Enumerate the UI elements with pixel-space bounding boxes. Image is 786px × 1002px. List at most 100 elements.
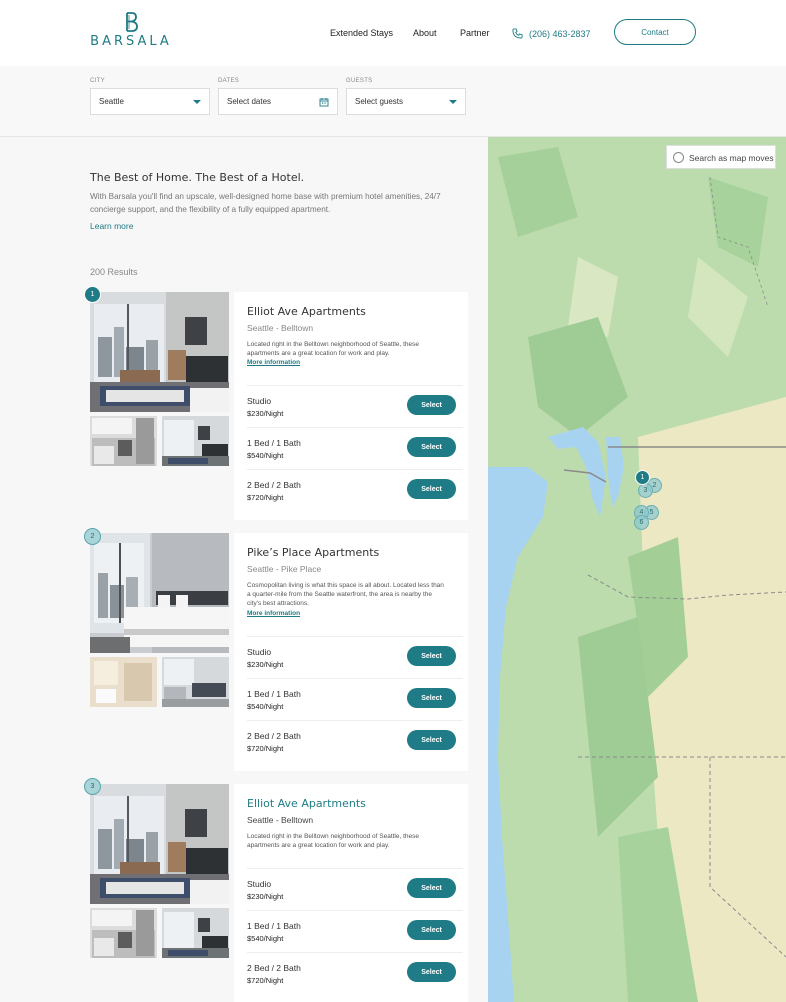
city-select[interactable]: Seattle bbox=[90, 88, 210, 115]
select-button[interactable]: Select bbox=[407, 646, 456, 666]
more-information-link[interactable]: More information bbox=[247, 610, 300, 617]
contact-button[interactable]: Contact bbox=[614, 19, 696, 45]
chevron-down-icon bbox=[449, 99, 457, 104]
listing-title[interactable]: Pike’s Place Apartments bbox=[247, 546, 379, 559]
select-button[interactable]: Select bbox=[407, 730, 456, 750]
listing-card: Pike’s Place Apartments Seattle - Pike P… bbox=[90, 533, 468, 771]
listing-details: Elliot Ave Apartments Seattle - Belltown… bbox=[234, 784, 468, 1002]
listing-photo-thumb[interactable] bbox=[162, 908, 229, 958]
chevron-down-icon bbox=[193, 99, 201, 104]
room-type: 1 Bed / 1 Bath bbox=[247, 689, 301, 699]
room-type: Studio bbox=[247, 647, 272, 657]
room-option: Studio $230/Night Select bbox=[247, 636, 463, 678]
listing-photo-thumb[interactable] bbox=[162, 657, 229, 707]
intro-text: With Barsala you'll find an upscale, wel… bbox=[90, 192, 441, 214]
room-option: Studio $230/Night Select bbox=[247, 385, 463, 427]
room-option: Studio $230/Night Select bbox=[247, 868, 463, 910]
results-count: 200 Results bbox=[90, 267, 138, 277]
room-price: $720/Night bbox=[247, 744, 284, 753]
brand-name: BARSALA bbox=[90, 34, 172, 49]
nav-extended-stays[interactable]: Extended Stays bbox=[330, 28, 393, 38]
listing-pin[interactable]: 2 bbox=[84, 528, 101, 545]
phone-icon bbox=[512, 28, 523, 39]
room-price: $230/Night bbox=[247, 409, 284, 418]
radio-icon[interactable] bbox=[673, 152, 684, 163]
learn-more-link[interactable]: Learn more bbox=[90, 221, 133, 231]
select-button[interactable]: Select bbox=[407, 437, 456, 457]
select-button[interactable]: Select bbox=[407, 688, 456, 708]
room-type: 2 Bed / 2 Bath bbox=[247, 963, 301, 973]
guests-label: GUESTS bbox=[346, 78, 373, 84]
room-type: 1 Bed / 1 Bath bbox=[247, 921, 301, 931]
listing-subtitle: Seattle - Belltown bbox=[247, 323, 314, 333]
listing-photo-thumb[interactable] bbox=[90, 908, 157, 958]
phone-number: (206) 463-2837 bbox=[529, 28, 591, 39]
dates-label: DATES bbox=[218, 78, 240, 84]
select-button[interactable]: Select bbox=[407, 395, 456, 415]
brand-logo[interactable]: BARSALA bbox=[88, 12, 174, 49]
listing-photo-main[interactable] bbox=[90, 292, 229, 412]
search-as-map-moves-label: Search as map moves bbox=[689, 153, 774, 163]
room-price: $540/Night bbox=[247, 934, 284, 943]
listing-pin[interactable]: 3 bbox=[84, 778, 101, 795]
city-label: CITY bbox=[90, 78, 105, 84]
listing-pin[interactable]: 1 bbox=[84, 286, 101, 303]
listing-details: Pike’s Place Apartments Seattle - Pike P… bbox=[234, 533, 468, 771]
listing-photo-thumb[interactable] bbox=[162, 416, 229, 466]
dates-filter: DATES Select dates bbox=[218, 78, 338, 115]
calendar-icon bbox=[319, 97, 329, 106]
nav-partner[interactable]: Partner bbox=[460, 28, 490, 38]
room-type: 2 Bed / 2 Bath bbox=[247, 731, 301, 741]
listing-description: Located right in the Belltown neighborho… bbox=[247, 833, 420, 849]
map-terrain bbox=[488, 137, 786, 1002]
city-value: Seattle bbox=[99, 97, 124, 106]
listing-photo-thumb[interactable] bbox=[90, 416, 157, 466]
listing-title[interactable]: Elliot Ave Apartments bbox=[247, 797, 366, 810]
listing-photo-main[interactable] bbox=[90, 784, 229, 904]
guests-value: Select guests bbox=[355, 97, 404, 106]
site-header: BARSALA Extended Stays About Partner (20… bbox=[0, 0, 786, 66]
search-filters: CITY Seattle DATES Select dates GUESTS S… bbox=[0, 66, 786, 137]
room-option: 2 Bed / 2 Bath $720/Night Select bbox=[247, 720, 463, 762]
guests-select[interactable]: Select guests bbox=[346, 88, 466, 115]
search-as-map-moves-toggle[interactable]: Search as map moves bbox=[666, 145, 776, 169]
room-option: 1 Bed / 1 Bath $540/Night Select bbox=[247, 678, 463, 720]
map-pin[interactable]: 1 bbox=[635, 470, 650, 485]
listing-description: Located right in the Belltown neighborho… bbox=[247, 341, 420, 357]
results-map[interactable]: Search as map moves 2 3 5 4 6 1 bbox=[488, 137, 786, 1002]
room-option: 2 Bed / 2 Bath $720/Night Select bbox=[247, 469, 463, 511]
city-filter: CITY Seattle bbox=[90, 78, 210, 115]
room-option: 1 Bed / 1 Bath $540/Night Select bbox=[247, 910, 463, 952]
select-button[interactable]: Select bbox=[407, 962, 456, 982]
room-type: 2 Bed / 2 Bath bbox=[247, 480, 301, 490]
room-price: $720/Night bbox=[247, 493, 284, 502]
dates-picker[interactable]: Select dates bbox=[218, 88, 338, 115]
room-option: 1 Bed / 1 Bath $540/Night Select bbox=[247, 427, 463, 469]
listing-title[interactable]: Elliot Ave Apartments bbox=[247, 305, 366, 318]
room-price: $540/Night bbox=[247, 451, 284, 460]
listing-subtitle: Seattle - Pike Place bbox=[247, 564, 322, 574]
select-button[interactable]: Select bbox=[407, 878, 456, 898]
listing-description: Cosmopolitan living is what this space i… bbox=[247, 582, 444, 607]
results-panel: The Best of Home. The Best of a Hotel. W… bbox=[0, 137, 488, 1002]
select-button[interactable]: Select bbox=[407, 479, 456, 499]
nav-about[interactable]: About bbox=[413, 28, 437, 38]
select-button[interactable]: Select bbox=[407, 920, 456, 940]
map-pin[interactable]: 3 bbox=[638, 483, 653, 498]
room-type: Studio bbox=[247, 396, 272, 406]
listing-photo-main[interactable] bbox=[90, 533, 229, 653]
room-option: 2 Bed / 2 Bath $720/Night Select bbox=[247, 952, 463, 994]
room-type: 1 Bed / 1 Bath bbox=[247, 438, 301, 448]
room-price: $230/Night bbox=[247, 660, 284, 669]
listing-photo-thumb[interactable] bbox=[90, 657, 157, 707]
guests-filter: GUESTS Select guests bbox=[346, 78, 466, 115]
map-pin[interactable]: 6 bbox=[634, 515, 649, 530]
phone-link[interactable]: (206) 463-2837 bbox=[512, 28, 591, 39]
listing-card: Elliot Ave Apartments Seattle - Belltown… bbox=[90, 784, 468, 1002]
logo-b-icon bbox=[126, 12, 138, 32]
more-information-link[interactable]: More information bbox=[247, 359, 300, 366]
room-price: $540/Night bbox=[247, 702, 284, 711]
room-type: Studio bbox=[247, 879, 272, 889]
listing-details: Elliot Ave Apartments Seattle - Belltown… bbox=[234, 292, 468, 520]
intro-title: The Best of Home. The Best of a Hotel. bbox=[90, 171, 305, 184]
